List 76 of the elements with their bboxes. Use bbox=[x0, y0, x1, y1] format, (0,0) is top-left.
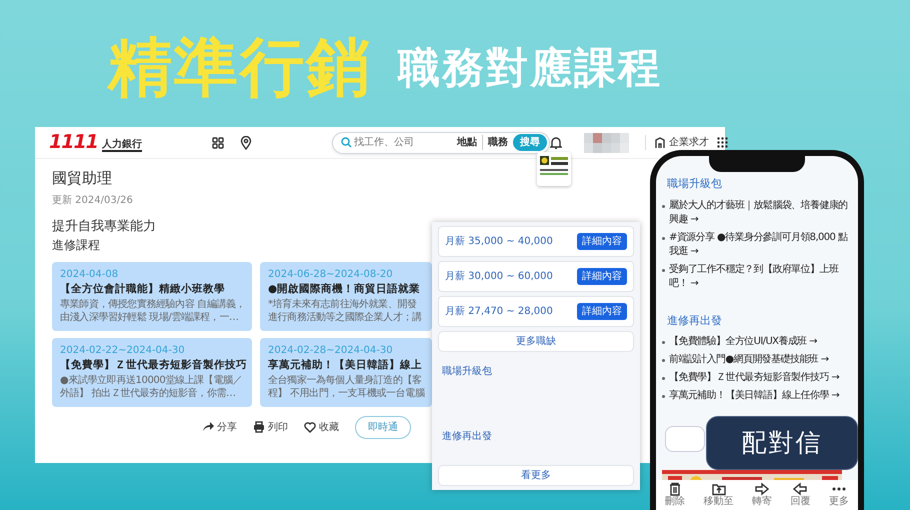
phone-list-link[interactable]: 前端設計入門●網頁開發基礎技能班 → bbox=[661, 353, 854, 367]
details-button[interactable]: 詳細內容 bbox=[577, 233, 627, 250]
course-title: ●開啟國際商機！商貿日語就業 bbox=[268, 282, 422, 297]
search-option[interactable]: 職務 bbox=[482, 135, 513, 150]
course-card[interactable]: 2024-06-28~2024-08-20 ●開啟國際商機！商貿日語就業 *培育未來有志前往海外就業、開發 進行商務活動等之國際企業人才；講 bbox=[260, 262, 432, 331]
course-date: 2024-02-28~2024-04-30 bbox=[268, 344, 394, 357]
toolbar-button[interactable]: 移動至 bbox=[704, 482, 734, 510]
course-card[interactable]: 2024-02-28~2024-04-30 享萬元補助！【美日韓語】線上 全台獨家一為每個人量身訂造的【客 程】 不用出門，一支耳機或一台電腦 bbox=[260, 338, 432, 407]
course-description: 由淺入深學習好輕鬆 現場/雲端課程，一… bbox=[60, 311, 240, 325]
subheadline: 職務對應課程 bbox=[398, 47, 662, 89]
course-date: 2024-06-28~2024-08-20 bbox=[268, 268, 394, 281]
share-button[interactable]: 分享 bbox=[202, 420, 237, 435]
location-pin-icon[interactable] bbox=[240, 136, 252, 150]
page-title: 國貿助理 bbox=[52, 168, 112, 189]
print-button[interactable]: 列印 bbox=[253, 420, 288, 435]
phone-section-heading: 職場升級包 bbox=[667, 176, 723, 192]
details-button[interactable]: 詳細內容 bbox=[577, 268, 627, 285]
course-description: ●來試學立即再送10000堂線上課【電腦／ bbox=[60, 374, 244, 388]
heart-icon bbox=[304, 421, 316, 434]
toolbar-button[interactable]: 回覆 bbox=[790, 482, 810, 510]
course-date: 2024-04-08 bbox=[60, 268, 120, 281]
see-more-button[interactable]: 看更多 bbox=[438, 465, 634, 486]
course-card[interactable]: 2024-04-08 【全方位會計職能】精緻小班教學 專業師資，傳授您實務經驗內容 自編講義， 由淺入深學習好輕鬆 現場/雲端課程，一… bbox=[52, 262, 252, 331]
reply-arrow-icon bbox=[793, 482, 808, 496]
panel-heading: 進修再出發 bbox=[442, 430, 493, 444]
favorite-button[interactable]: 收藏 bbox=[304, 420, 339, 435]
headline: 精準行銷 bbox=[108, 36, 372, 100]
search-icon[interactable] bbox=[340, 137, 352, 148]
course-description: 進行商務活動等之國際企業人才；講 bbox=[268, 311, 423, 325]
apps-menu-icon[interactable] bbox=[716, 137, 728, 148]
job-card[interactable]: 月薪 35,000 ~ 40,000 詳細內容 bbox=[438, 226, 634, 257]
building-icon[interactable] bbox=[654, 136, 665, 148]
updated-date: 更新 2024/03/26 bbox=[52, 194, 133, 208]
employer-link[interactable]: 企業求才 bbox=[668, 135, 709, 150]
toolbar-button[interactable]: 轉寄 bbox=[752, 482, 772, 510]
phone-list-link[interactable]: #資源分享 ●待業身分參訓可月領8,000 點我逛 → bbox=[661, 230, 854, 258]
course-description: 外語】 拍出Ｚ世代最夯的短影音，你需… bbox=[60, 387, 237, 401]
course-title: 【免費學】Ｚ世代最夯短影音製作技巧 bbox=[60, 358, 244, 373]
phone-list-link[interactable]: 受夠了工作不穩定？到【政府單位】上班吧！ → bbox=[661, 262, 854, 290]
phone-list-link[interactable]: 享萬元補助！【美日韓語】線上任你學 → bbox=[661, 389, 854, 403]
phone-list-link[interactable]: 屬於大人的才藝班｜放鬆腦袋、培養健康的興趣 → bbox=[661, 198, 854, 226]
job-salary: 月薪 27,470 ~ 28,000 bbox=[445, 304, 553, 319]
more-jobs-button[interactable]: 更多職缺 bbox=[438, 331, 634, 352]
job-card[interactable]: 月薪 27,470 ~ 28,000 詳細內容 bbox=[438, 296, 634, 327]
toolbar-button[interactable]: 刪除 bbox=[665, 482, 686, 510]
details-button[interactable]: 詳細內容 bbox=[577, 303, 627, 320]
search-field[interactable]: 找工作、公司 地點 職務 搜尋 bbox=[332, 132, 550, 154]
course-title: 【全方位會計職能】精緻小班教學 bbox=[60, 282, 226, 297]
grid-icon[interactable] bbox=[212, 136, 224, 148]
course-date: 2024-02-22~2024-04-30 bbox=[60, 344, 186, 357]
section-subtitle: 進修課程 bbox=[52, 237, 100, 254]
job-salary: 月薪 35,000 ~ 40,000 bbox=[445, 234, 553, 249]
phone-section-heading: 進修再出發 bbox=[667, 312, 723, 328]
job-card[interactable]: 月薪 30,000 ~ 60,000 詳細內容 bbox=[438, 261, 634, 292]
phone-list-link[interactable]: 【免費體驗】全方位UI/UX養成班 → bbox=[661, 335, 854, 349]
course-card[interactable]: 2024-02-22~2024-04-30 【免費學】Ｚ世代最夯短影音製作技巧 ●來試學立即再送10000堂線上課【電腦／ 外語】 拍出Ｚ世代最夯的短影音，你需… bbox=[52, 338, 252, 407]
course-description: 專業師資，傳授您實務經驗內容 自編講義， bbox=[60, 298, 244, 312]
phone-list-link[interactable]: 【免費學】Ｚ世代最夯短影音製作技巧 → bbox=[661, 371, 854, 385]
folder-icon bbox=[712, 482, 726, 496]
course-description: 全台獨家一為每個人量身訂造的【客 bbox=[268, 374, 423, 388]
logo-text[interactable]: 人力銀行 bbox=[102, 139, 142, 152]
trash-icon bbox=[668, 482, 682, 496]
course-description: *培育未來有志前往海外就業、開發 bbox=[268, 298, 418, 312]
blurred-avatar bbox=[584, 132, 629, 152]
toolbar-button[interactable]: 更多 bbox=[828, 482, 849, 510]
printer-icon bbox=[253, 421, 265, 434]
logo-number[interactable]: 1111 bbox=[49, 133, 98, 152]
bell-icon[interactable] bbox=[550, 136, 562, 149]
panel-heading: 職場升級包 bbox=[442, 364, 493, 379]
course-title: 享萬元補助！【美日韓語】線上 bbox=[268, 358, 423, 373]
forward-arrow-icon bbox=[754, 482, 769, 496]
search-option[interactable]: 地點 bbox=[452, 135, 482, 150]
message-bubble: 配對信 bbox=[706, 416, 858, 470]
job-salary: 月薪 30,000 ~ 60,000 bbox=[445, 270, 553, 284]
course-description: 程】 不用出門，一支耳機或一台電腦 bbox=[268, 387, 426, 401]
section-title: 提升自我專業能力 bbox=[52, 218, 156, 236]
